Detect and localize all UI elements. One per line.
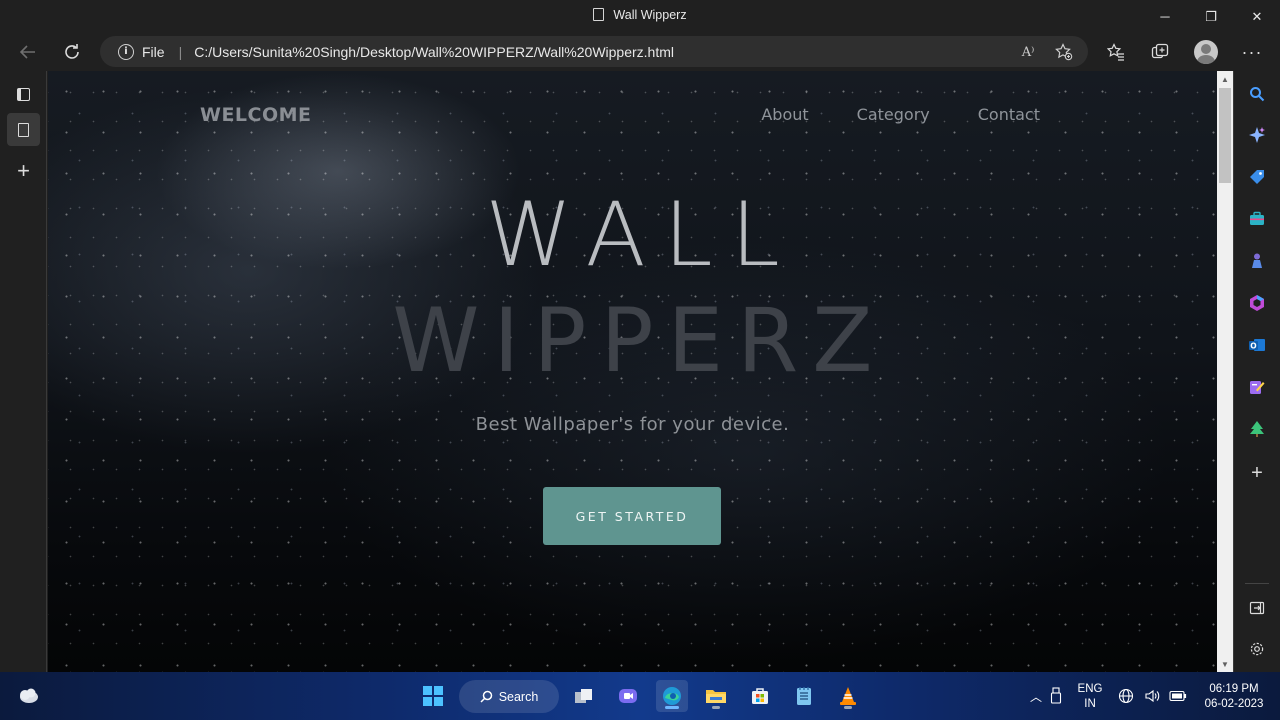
add-favorite-icon[interactable] (1054, 42, 1074, 62)
active-indicator (665, 706, 679, 709)
refresh-icon (65, 44, 79, 59)
weather-widget[interactable] (12, 680, 44, 712)
favorites-icon (1107, 43, 1124, 61)
task-view-icon (575, 689, 592, 703)
task-view-button[interactable] (568, 680, 600, 712)
copilot-icon[interactable] (1247, 125, 1267, 145)
minimize-icon: ─ (1160, 9, 1170, 24)
profile-avatar[interactable] (1194, 40, 1218, 64)
svg-text:O: O (1250, 342, 1256, 351)
info-icon[interactable]: i (118, 43, 134, 60)
minimize-button[interactable]: ─ (1142, 0, 1188, 33)
brand-welcome[interactable]: WELCOME (200, 104, 312, 126)
tab-wall-wipperz[interactable] (7, 113, 40, 146)
edge-sidebar: O + (1233, 71, 1280, 672)
plus-icon: + (17, 157, 30, 183)
tab-actions-icon (17, 88, 30, 101)
tab-actions-button[interactable] (7, 78, 40, 111)
restore-button[interactable]: ❐ (1188, 0, 1234, 33)
window-title-text: Wall Wipperz (613, 8, 687, 22)
hero-title-line2: WIPPERZ (392, 289, 887, 392)
clock[interactable]: 06:19 PM 06-02-2023 (1198, 682, 1270, 712)
store-icon (752, 688, 768, 704)
navigation-bar: i File | C:/Users/Sunita%20Singh/Desktop… (0, 33, 1280, 71)
language-code: ENG (1077, 683, 1103, 695)
close-button[interactable]: ✕ (1234, 0, 1280, 33)
file-explorer-button[interactable] (700, 680, 732, 712)
vlc-cone-icon (840, 687, 856, 705)
cloud-icon (20, 688, 38, 703)
running-indicator (712, 706, 720, 709)
title-bar: Wall Wipperz ─ ❐ ✕ (0, 0, 1280, 33)
split-screen-icon[interactable] (1247, 598, 1267, 618)
get-started-button[interactable]: GET STARTED (543, 487, 721, 545)
taskbar-search[interactable]: Search (459, 680, 559, 713)
outlook-icon[interactable]: O (1247, 335, 1267, 355)
region-code: IN (1084, 698, 1096, 710)
page-icon (593, 8, 605, 21)
windows-taskbar: Search ︿ ENG IN 06:19 PM 06-02-2023 (0, 672, 1280, 720)
clock-date: 06-02-2023 (1204, 698, 1264, 710)
tree-icon[interactable] (1247, 419, 1267, 439)
tools-briefcase-icon[interactable] (1247, 209, 1267, 229)
nav-contact-link[interactable]: Contact (978, 105, 1040, 124)
add-icon[interactable]: + (1247, 462, 1267, 484)
page-viewport: WELCOME About Category Contact WALL WIPP… (48, 71, 1217, 672)
notepad-icon (797, 687, 811, 705)
collections-button[interactable] (1145, 37, 1175, 67)
nav-about-link[interactable]: About (761, 105, 808, 124)
taskbar-search-icon (480, 690, 492, 703)
usb-device-icon[interactable] (1040, 680, 1072, 712)
taskbar-search-label: Search (498, 689, 539, 704)
running-indicator (844, 706, 852, 709)
nav-category-link[interactable]: Category (857, 105, 930, 124)
url-text[interactable]: C:/Users/Sunita%20Singh/Desktop/Wall%20W… (194, 44, 674, 60)
more-dots-icon: ··· (1241, 41, 1263, 62)
teams-chat-button[interactable] (612, 680, 644, 712)
edge-browser-icon (663, 687, 681, 705)
office-icon[interactable] (1247, 293, 1267, 313)
vlc-button[interactable] (832, 680, 864, 712)
battery-icon[interactable] (1162, 680, 1194, 712)
close-icon: ✕ (1251, 8, 1263, 24)
games-icon[interactable] (1247, 251, 1267, 271)
address-bar[interactable]: i File | C:/Users/Sunita%20Singh/Desktop… (100, 36, 1088, 67)
collections-icon (1151, 43, 1169, 59)
store-button[interactable] (744, 680, 776, 712)
clock-time: 06:19 PM (1209, 683, 1259, 695)
folder-icon (706, 690, 726, 703)
refresh-button[interactable] (56, 36, 88, 68)
search-icon[interactable] (1247, 84, 1267, 104)
settings-icon[interactable] (1247, 639, 1267, 659)
scroll-down-arrow-icon[interactable]: ▼ (1217, 656, 1233, 672)
page-tab-icon (18, 122, 29, 137)
restore-icon: ❐ (1205, 8, 1217, 24)
read-aloud-icon[interactable]: A⁾ (1018, 42, 1038, 62)
hero-title-line1: WALL (485, 183, 798, 286)
designer-icon[interactable] (1247, 377, 1267, 397)
back-button[interactable] (12, 36, 44, 68)
page-scrollbar[interactable]: ▲ ▼ (1217, 71, 1233, 672)
vertical-tabs-strip: + (0, 71, 47, 672)
windows-logo-icon (423, 686, 443, 706)
scroll-thumb[interactable] (1219, 88, 1231, 183)
more-options-button[interactable]: ··· (1237, 37, 1267, 67)
scroll-up-arrow-icon[interactable]: ▲ (1217, 71, 1233, 87)
shopping-tag-icon[interactable] (1247, 167, 1267, 187)
notepad-button[interactable] (788, 680, 820, 712)
language-indicator[interactable]: ENG IN (1074, 682, 1106, 712)
back-arrow-icon (19, 45, 35, 59)
start-button[interactable] (417, 680, 449, 712)
teams-chat-icon (619, 689, 637, 703)
new-tab-button[interactable]: + (7, 154, 40, 187)
address-separator: | (178, 43, 183, 60)
favorites-button[interactable] (1101, 37, 1131, 67)
protocol-label: File (142, 43, 165, 60)
site-nav: About Category Contact (761, 105, 1040, 124)
hero-tagline: Best Wallpaper's for your device. (475, 414, 790, 435)
sidebar-divider (1245, 583, 1269, 584)
edge-taskbar-button[interactable] (656, 680, 688, 712)
window-title: Wall Wipperz (0, 8, 1280, 22)
